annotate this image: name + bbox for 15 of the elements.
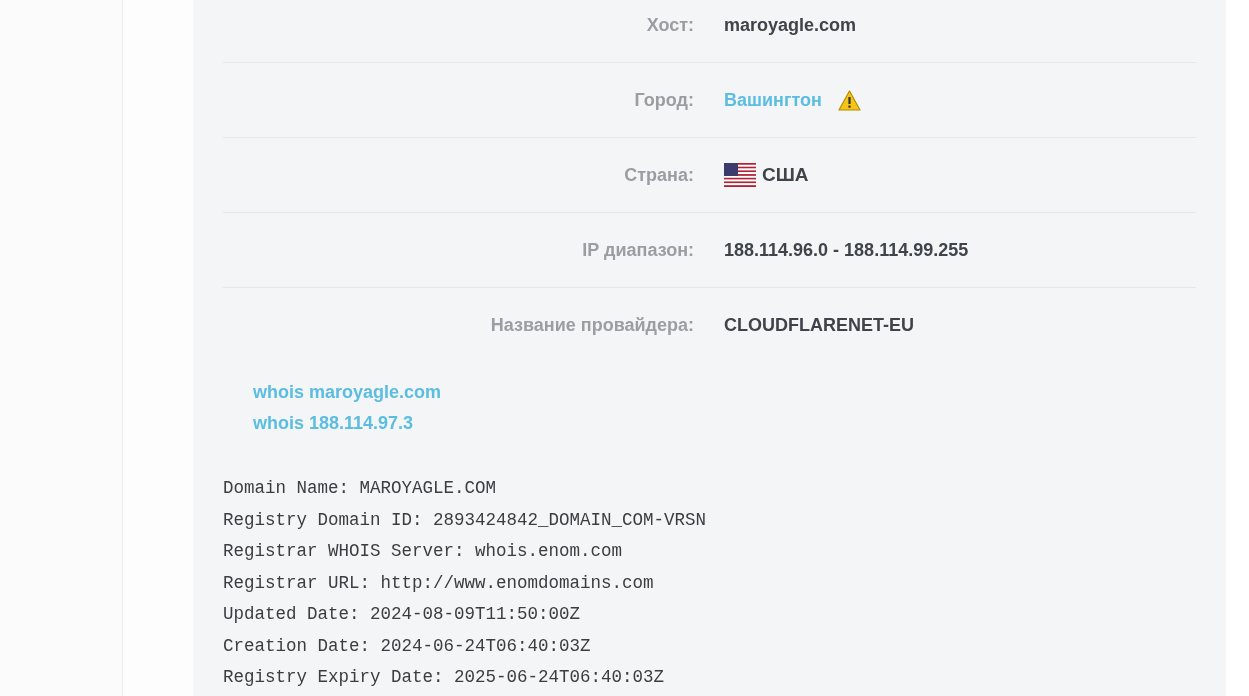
whois-link[interactable]: whois 188.114.97.3 <box>253 412 414 435</box>
field-label: Название провайдера: <box>490 315 694 335</box>
field-label: Город: <box>634 89 694 110</box>
whois-record: Domain Name: MAROYAGLE.COM Registry Domain ID: 2893424842_DOMAIN_COM-VRSN Registrar WHOIS Server: whois.enom.com Registrar URL: http://www.enomdomains.com Updated Date: 2024-08-09T11:50:00Z Creation Date: 2024-06-24T06:40:03Z Registry Expiry Date: 2025-06-24T06:40:03Z <box>223 477 708 689</box>
warning-icon <box>837 89 861 111</box>
field-label: IP диапазон: <box>582 239 694 260</box>
field-value: CLOUDFLARENET-EU <box>724 314 914 337</box>
field-value: maroyagle.com <box>724 13 857 37</box>
flag-icon <box>724 163 756 187</box>
whois-link[interactable]: whois maroyagle.com <box>253 381 442 404</box>
field-value: 188.114.96.0 - 188.114.99.255 <box>724 238 969 262</box>
field-label: Хост: <box>646 14 694 35</box>
field-label: Страна: <box>624 164 694 185</box>
city-link[interactable]: Вашингтон <box>724 86 822 114</box>
field-value: США <box>762 162 809 187</box>
